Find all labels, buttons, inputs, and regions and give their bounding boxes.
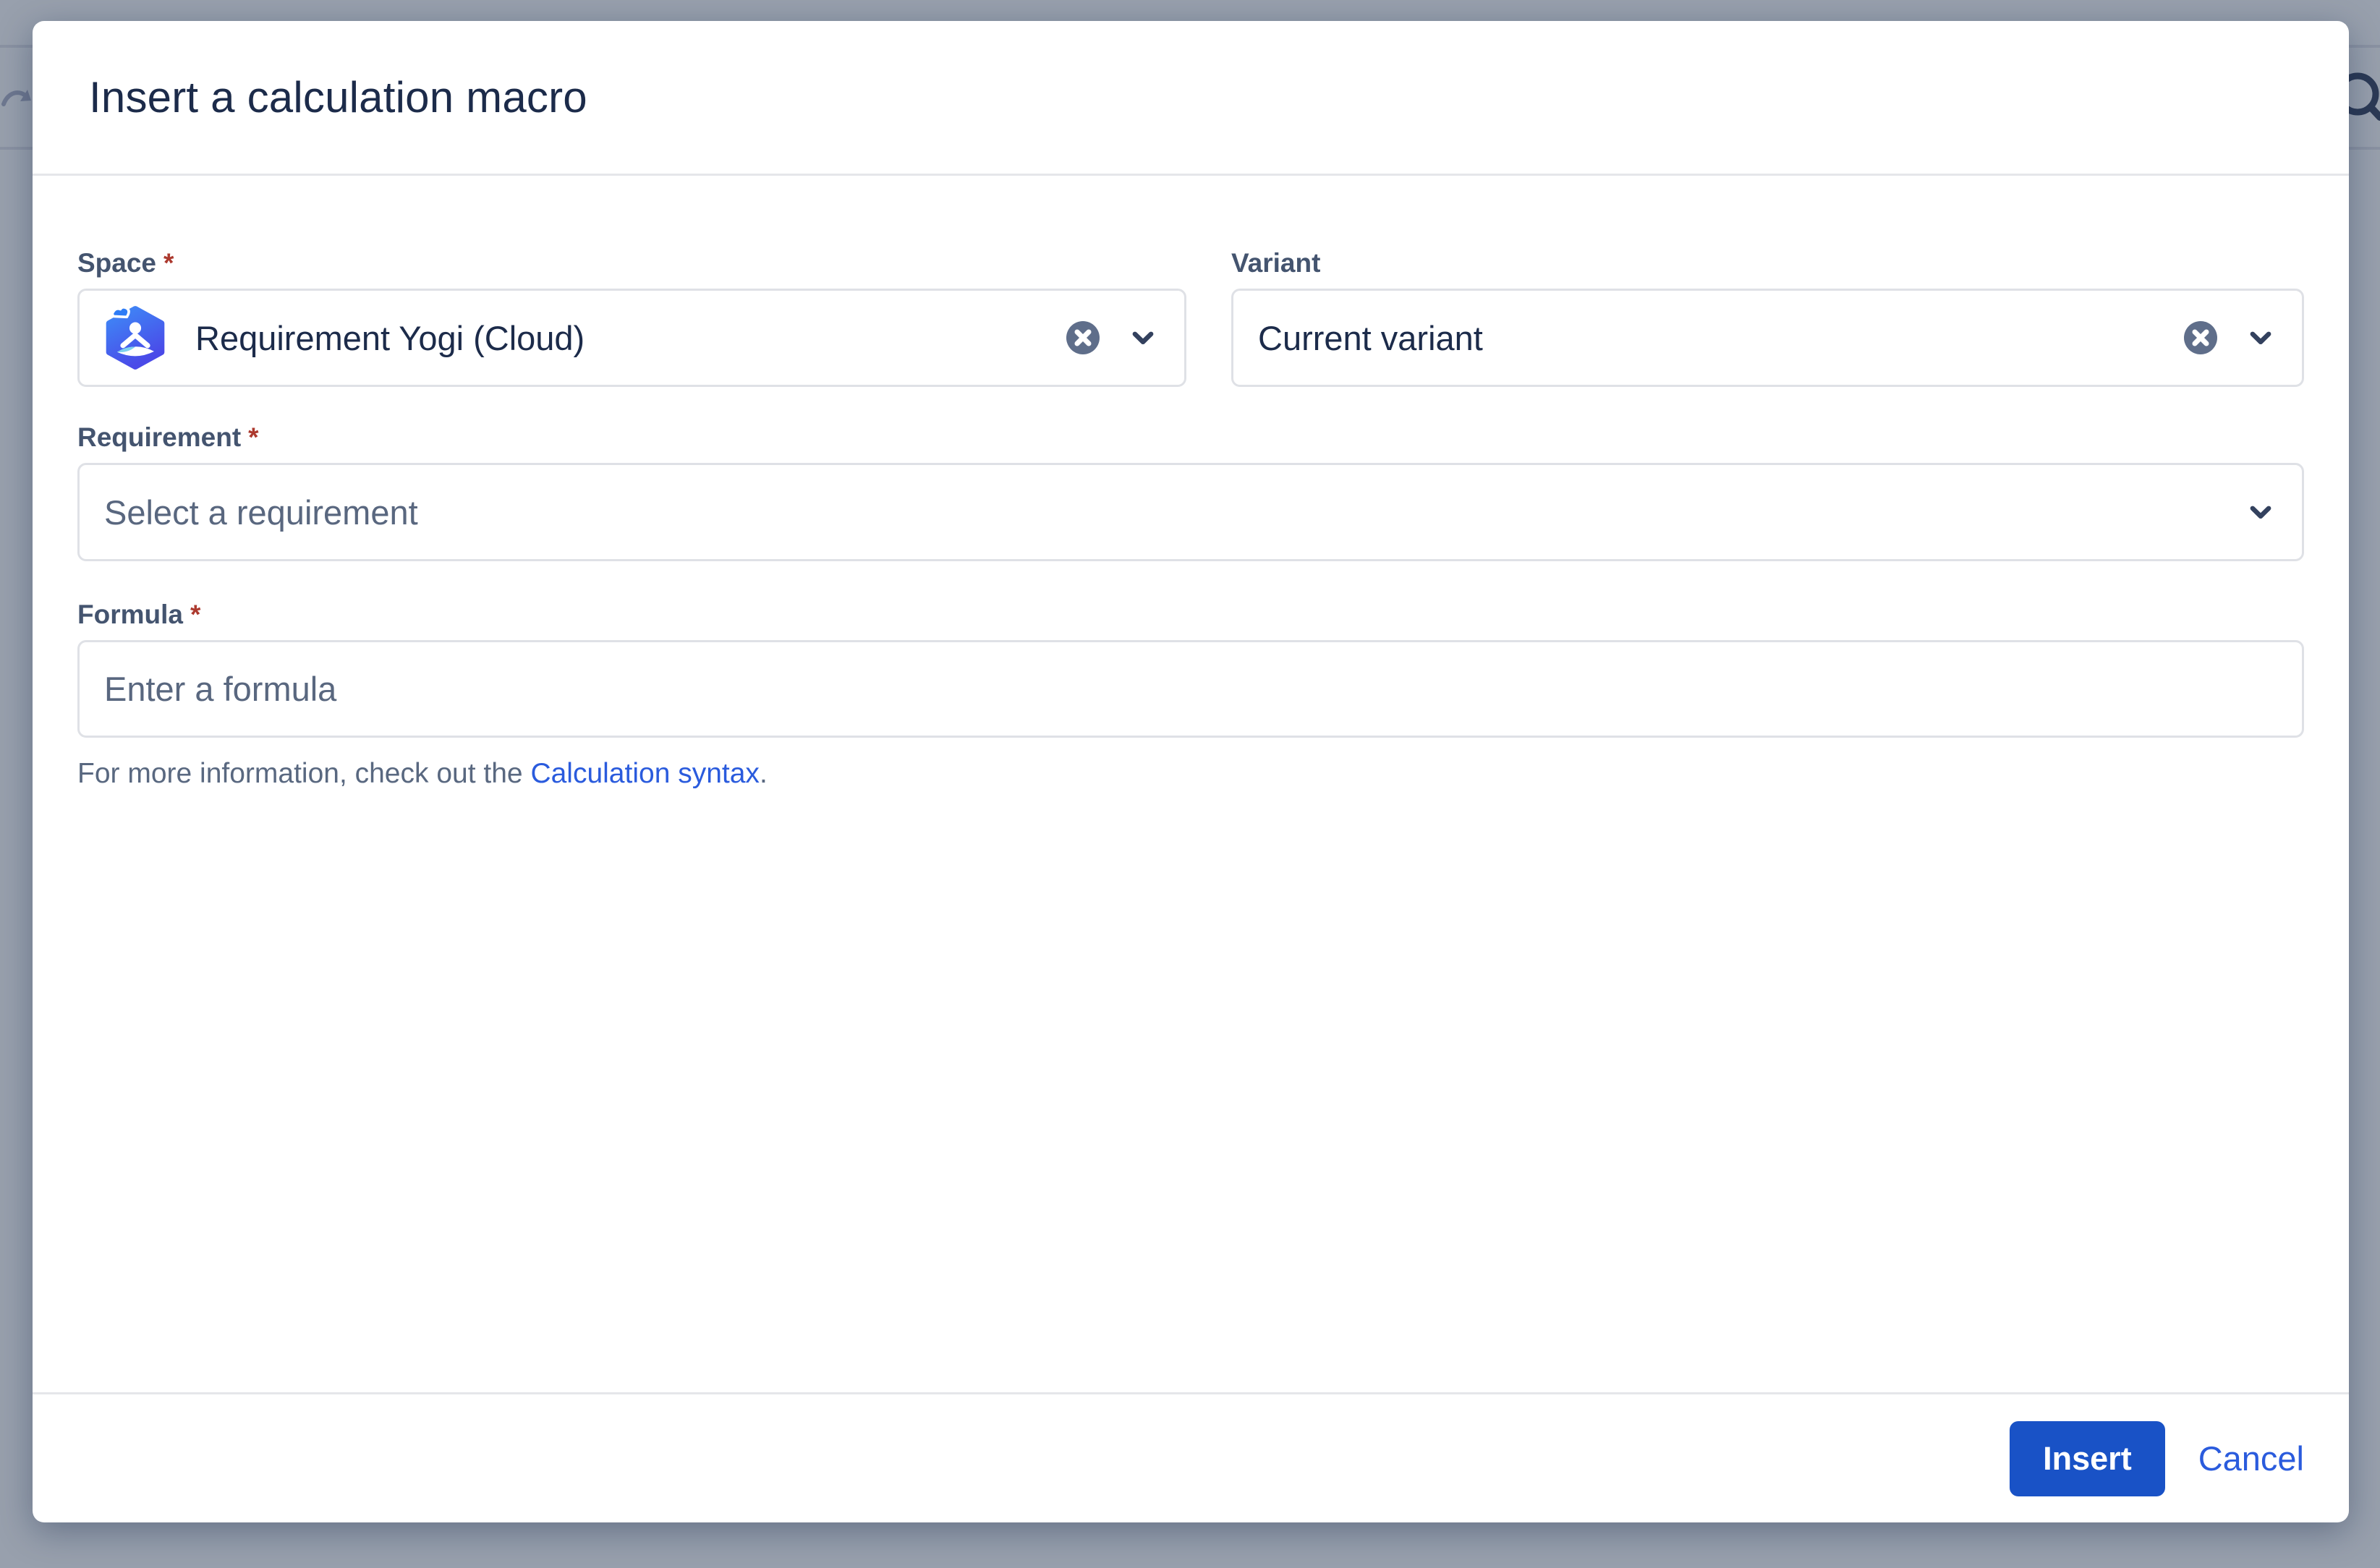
insert-calculation-macro-dialog: Insert a calculation macro Space * bbox=[33, 21, 2349, 1522]
space-field-group: Space * bbox=[77, 247, 1186, 387]
dialog-header: Insert a calculation macro bbox=[33, 21, 2349, 176]
dialog-body: Space * bbox=[33, 247, 2349, 790]
required-marker: * bbox=[248, 422, 258, 453]
requirement-label: Requirement * bbox=[77, 422, 2304, 453]
requirement-yogi-cloud-logo-icon bbox=[104, 305, 166, 370]
calculation-syntax-link[interactable]: Calculation syntax bbox=[530, 758, 760, 789]
required-marker: * bbox=[163, 247, 174, 279]
redo-icon bbox=[1, 81, 35, 115]
space-select[interactable]: Requirement Yogi (Cloud) bbox=[77, 289, 1186, 387]
formula-input[interactable] bbox=[77, 640, 2304, 738]
insert-button[interactable]: Insert bbox=[2010, 1421, 2165, 1496]
requirement-field-group: Requirement * Select a requirement bbox=[77, 422, 2304, 561]
variant-field-group: Variant Current variant bbox=[1231, 247, 2304, 387]
requirement-select[interactable]: Select a requirement bbox=[77, 463, 2304, 561]
variant-select-value: Current variant bbox=[1258, 318, 1483, 358]
variant-label: Variant bbox=[1231, 247, 2304, 279]
formula-label: Formula * bbox=[77, 599, 2304, 631]
formula-field-group: Formula * For more information, check ou… bbox=[77, 599, 2304, 790]
variant-select[interactable]: Current variant bbox=[1231, 289, 2304, 387]
chevron-down-icon[interactable] bbox=[1126, 321, 1160, 354]
clear-icon[interactable] bbox=[1064, 319, 1102, 357]
space-select-value: Requirement Yogi (Cloud) bbox=[195, 318, 585, 358]
dialog-footer: Insert Cancel bbox=[33, 1392, 2349, 1522]
clear-icon[interactable] bbox=[2182, 319, 2219, 357]
dialog-title: Insert a calculation macro bbox=[89, 72, 587, 122]
cancel-button[interactable]: Cancel bbox=[2198, 1439, 2304, 1478]
chevron-down-icon[interactable] bbox=[2244, 495, 2277, 529]
chevron-down-icon[interactable] bbox=[2244, 321, 2277, 354]
requirement-select-placeholder: Select a requirement bbox=[104, 493, 418, 532]
required-marker: * bbox=[190, 599, 200, 631]
formula-helper-text: For more information, check out the Calc… bbox=[77, 758, 2304, 790]
space-label: Space * bbox=[77, 247, 1186, 279]
